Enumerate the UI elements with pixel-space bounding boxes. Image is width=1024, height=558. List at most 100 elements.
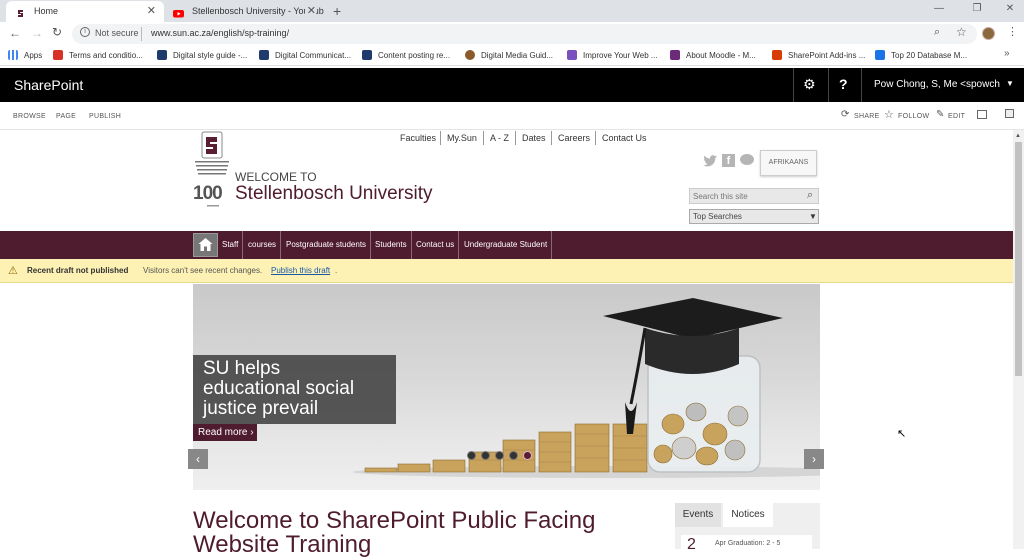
draft-title: Recent draft not published — [27, 266, 129, 275]
carousel-dot-active[interactable] — [523, 451, 532, 460]
user-dropdown-icon[interactable]: ▼ — [1006, 79, 1014, 88]
profile-avatar[interactable] — [982, 27, 995, 40]
address-bar[interactable]: i Not secure www.sun.ac.za/english/sp-tr… — [72, 24, 977, 44]
bookmark-star-icon[interactable]: ☆ — [956, 25, 967, 39]
top-link-careers[interactable]: Careers — [558, 133, 590, 143]
bookmark-item[interactable]: Digital Communicat... — [259, 49, 351, 62]
search-scope-select[interactable]: Top Searches ▼ — [689, 209, 819, 224]
share-button[interactable]: SHARE — [854, 113, 880, 120]
ribbon-tab-page[interactable]: PAGE — [56, 113, 76, 120]
bookmark-item[interactable]: Content posting re... — [362, 49, 450, 62]
page-view-icon[interactable] — [1005, 109, 1014, 118]
nav-item-staff[interactable]: Staff — [218, 231, 244, 259]
bar-divider — [793, 68, 794, 102]
sharepoint-brand[interactable]: SharePoint — [14, 77, 83, 93]
nav-item-students[interactable]: Students — [371, 231, 412, 259]
chevron-down-icon: ▼ — [809, 212, 817, 221]
blog-icon[interactable] — [740, 154, 754, 165]
facebook-icon[interactable]: f — [722, 154, 735, 167]
hero-carousel[interactable]: SU helps educational social justice prev… — [193, 284, 820, 490]
publish-draft-link[interactable]: Publish this draft — [271, 266, 330, 275]
tab-notices[interactable]: Notices — [723, 503, 773, 527]
draft-status-banner: ⚠ Recent draft not published Visitors ca… — [0, 259, 1013, 283]
event-item[interactable]: 2 Apr Graduation: 2 - 5 — [681, 535, 812, 549]
top-link-dates[interactable]: Dates — [522, 133, 546, 143]
ribbon-bar: BROWSE PAGE PUBLISH ⟳ SHARE ☆ FOLLOW ✎ E… — [0, 102, 1024, 130]
browser-menu-icon[interactable]: ⋮ — [1007, 25, 1018, 38]
ribbon-tab-browse[interactable]: BROWSE — [13, 113, 46, 120]
edit-pencil-icon[interactable]: ✎ — [936, 109, 944, 120]
minimize-window-icon[interactable]: — — [932, 3, 946, 14]
info-icon[interactable]: i — [80, 27, 90, 37]
browser-toolbar: ← → ↻ i Not secure www.sun.ac.za/english… — [0, 22, 1024, 46]
carousel-next-arrow-icon[interactable]: › — [804, 449, 824, 469]
nav-item-undergraduate[interactable]: Undergraduate Student — [460, 231, 553, 259]
bookmark-item[interactable]: SharePoint Add-ins ... — [772, 49, 865, 62]
hero-headline-line: justice prevail — [203, 398, 319, 419]
nav-item-contact-us[interactable]: Contact us — [412, 231, 460, 259]
read-more-button[interactable]: Read more › — [193, 424, 257, 441]
new-tab-icon[interactable]: + — [333, 3, 341, 19]
search-scope-value: Top Searches — [693, 212, 742, 221]
link-divider — [483, 131, 484, 145]
carousel-prev-arrow-icon[interactable]: ‹ — [188, 449, 208, 469]
restore-window-icon[interactable]: ❐ — [970, 3, 984, 14]
link-divider — [515, 131, 516, 145]
su-crest-favicon-icon — [259, 50, 269, 60]
tab-home[interactable]: Home ✕ — [6, 1, 164, 22]
carousel-dot[interactable] — [481, 451, 490, 460]
bar-divider — [861, 68, 862, 102]
settings-gear-icon[interactable]: ⚙ — [803, 76, 816, 93]
top-link-mysun[interactable]: My.Sun — [447, 133, 477, 143]
scroll-up-icon[interactable]: ▲ — [1015, 133, 1021, 139]
office-favicon-icon — [772, 50, 782, 60]
follow-star-icon[interactable]: ☆ — [884, 108, 894, 121]
su-logo[interactable]: 100 — [193, 130, 233, 208]
page-scrollbar[interactable]: ▲ — [1013, 130, 1024, 549]
tab-events[interactable]: Events — [675, 503, 721, 527]
more-bookmarks-icon[interactable]: » — [1004, 48, 1010, 59]
top-link-a-z[interactable]: A - Z — [490, 133, 509, 143]
carousel-dot[interactable] — [467, 451, 476, 460]
focus-content-icon[interactable] — [977, 110, 987, 119]
top-link-contact-us[interactable]: Contact Us — [602, 133, 647, 143]
browser-tab-strip: Home ✕ Stellenbosch University - YouTub … — [0, 0, 1024, 22]
top-link-faculties[interactable]: Faculties — [400, 133, 436, 143]
carousel-dot[interactable] — [495, 451, 504, 460]
home-nav-button[interactable] — [193, 233, 218, 257]
ribbon-tab-publish[interactable]: PUBLISH — [89, 113, 121, 120]
tab-youtube[interactable]: Stellenbosch University - YouTub ✕ — [164, 1, 324, 22]
back-arrow-icon[interactable]: ← — [9, 26, 21, 40]
url-text[interactable]: www.sun.ac.za/english/sp-training/ — [151, 28, 289, 38]
bookmark-item[interactable]: Terms and conditio... — [53, 49, 143, 62]
search-icon[interactable]: ⌕ — [807, 189, 813, 202]
bookmark-item[interactable]: Digital style guide -... — [157, 49, 247, 62]
help-icon[interactable]: ? — [839, 76, 848, 92]
bookmark-apps[interactable]: Apps — [8, 49, 42, 62]
edit-button[interactable]: EDIT — [948, 113, 965, 120]
zoom-icon[interactable]: ⌕ — [934, 26, 940, 39]
close-tab-icon[interactable]: ✕ — [304, 1, 316, 22]
bookmark-item[interactable]: Improve Your Web ... — [567, 49, 658, 62]
scrollbar-thumb[interactable] — [1015, 142, 1022, 376]
afrikaans-button[interactable]: AFRIKAANS — [760, 150, 817, 176]
reload-icon[interactable]: ↻ — [52, 25, 62, 39]
bookmark-item[interactable]: About Moodle - M... — [670, 49, 756, 62]
close-tab-icon[interactable]: ✕ — [147, 1, 156, 22]
search-placeholder: Search this site — [693, 192, 748, 201]
carousel-dot[interactable] — [509, 451, 518, 460]
twitter-icon[interactable] — [703, 155, 717, 170]
nav-item-postgraduate[interactable]: Postgraduate students — [282, 231, 372, 259]
events-panel: Events Notices 2 Apr Graduation: 2 - 5 — [675, 503, 820, 549]
nav-item-courses[interactable]: courses — [244, 231, 282, 259]
site-search-box[interactable]: Search this site ⌕ — [689, 188, 819, 204]
user-menu[interactable]: Pow Chong, S, Me <spowch — [874, 79, 1000, 90]
follow-button[interactable]: FOLLOW — [898, 113, 929, 120]
draft-message-end: . — [335, 266, 338, 275]
bookmark-item[interactable]: Top 20 Database M... — [875, 49, 967, 62]
forward-arrow-icon[interactable]: → — [31, 26, 43, 40]
close-window-icon[interactable]: ✕ — [1003, 3, 1017, 14]
site-name[interactable]: Stellenbosch University — [235, 183, 432, 205]
share-icon[interactable]: ⟳ — [841, 109, 849, 120]
bookmark-item[interactable]: Digital Media Guid... — [465, 49, 553, 62]
